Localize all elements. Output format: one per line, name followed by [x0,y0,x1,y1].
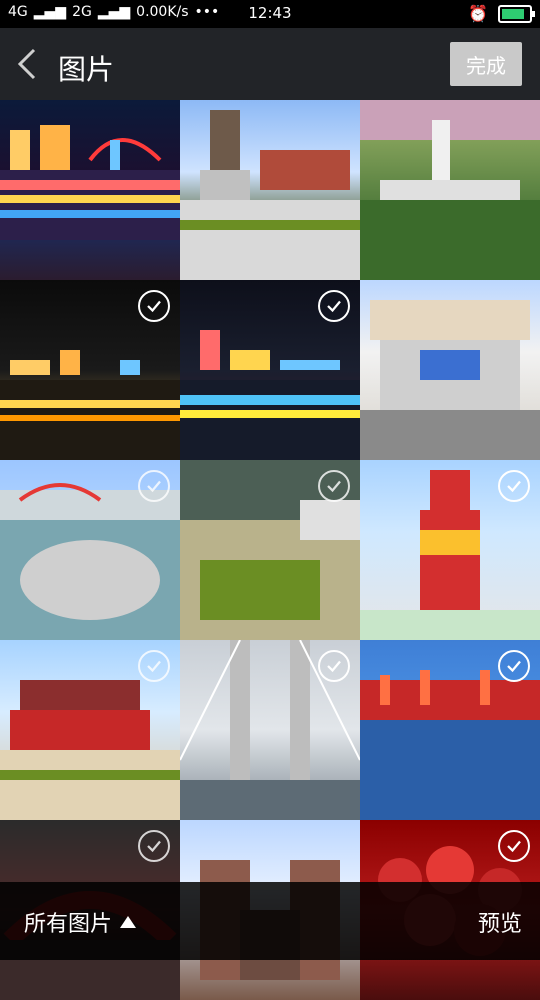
check-icon[interactable] [498,470,530,502]
photo-tile[interactable] [180,460,360,640]
photo-tile[interactable] [360,100,540,280]
photo-tile[interactable] [180,640,360,820]
check-icon[interactable] [498,650,530,682]
photo-tile[interactable] [0,100,180,280]
photo-tile[interactable] [0,460,180,640]
check-icon[interactable] [138,650,170,682]
check-icon[interactable] [138,470,170,502]
album-label: 所有图片 [24,912,113,937]
photo-tile[interactable] [180,280,360,460]
status-bar: 4G ▂▄▆ 2G ▂▄▆ 0.00K/s ••• 12:43 ⏰ [0,0,540,28]
status-right: ⏰ [468,4,535,23]
album-selector[interactable]: 所有图片 [24,906,137,938]
clock: 12:43 [248,4,292,22]
triangle-icon [120,916,137,928]
check-icon[interactable] [318,290,350,322]
top-bar: 图片 完成 [0,28,540,100]
battery-fill [502,8,524,19]
check-icon[interactable] [318,650,350,682]
photo-tile[interactable] [0,640,180,820]
photo-grid [0,100,540,1000]
bottom-bar: 所有图片 预览 [0,882,540,960]
check-icon[interactable] [318,470,350,502]
photo-tile[interactable] [360,640,540,820]
done-button[interactable]: 完成 [450,42,522,86]
photo-tile[interactable] [180,100,360,280]
check-icon[interactable] [498,830,530,862]
photo-tile[interactable] [0,280,180,460]
check-icon[interactable] [138,830,170,862]
preview-button[interactable]: 预览 [478,906,522,938]
photo-tile[interactable] [360,280,540,460]
alarm-icon: ⏰ [468,4,488,23]
photo-tile[interactable] [360,460,540,640]
page-title: 图片 [58,53,115,86]
battery-icon [498,4,535,23]
check-icon[interactable] [138,290,170,322]
battery-cap [532,10,535,17]
back-icon[interactable] [14,48,42,80]
